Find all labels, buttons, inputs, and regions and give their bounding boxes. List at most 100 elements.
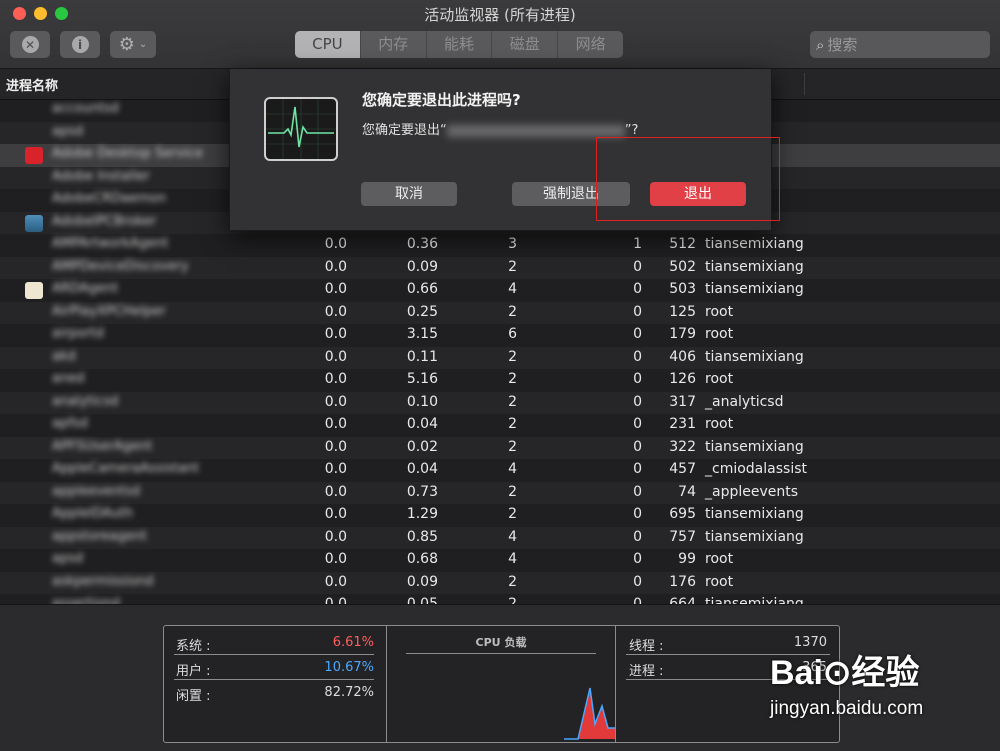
process-name: AppleCameraAssistant (52, 461, 200, 476)
table-row[interactable]: aned 0.0 5.16 2 0 126 root (0, 369, 1000, 392)
column-header-process-name[interactable]: 进程名称 (6, 75, 58, 94)
cell-c3: 4 (508, 551, 517, 567)
cell-c4: 0 (633, 416, 642, 432)
cell-c3: 2 (508, 258, 517, 275)
user-value: 10.67% (324, 660, 374, 675)
search-placeholder: 搜索 (827, 36, 858, 54)
heartbeat-graph-icon (266, 99, 336, 159)
system-value: 6.61% (332, 635, 374, 650)
cpu-load-graph (564, 687, 616, 740)
cell-user: tiansemixiang (705, 348, 804, 365)
tab-network[interactable]: 网络 (557, 31, 623, 58)
cell-c4: 0 (633, 326, 642, 342)
tab-disk[interactable]: 磁盘 (491, 31, 557, 58)
watermark-url: jingyan.baidu.com (770, 698, 924, 719)
user-label: 用户 : (176, 664, 211, 679)
tab-cpu[interactable]: CPU (295, 31, 360, 58)
cell-c5: 125 (669, 303, 696, 320)
cell-c2: 0.09 (406, 258, 438, 275)
divider (406, 653, 596, 654)
cell-user: root (705, 303, 734, 320)
cell-c5: 757 (669, 528, 696, 545)
cell-c2: 5.16 (406, 371, 438, 387)
cell-c3: 2 (508, 348, 517, 365)
actions-menu-button[interactable]: ⚙ ⌄ (110, 31, 156, 58)
cell-c4: 0 (633, 371, 642, 387)
dialog-message-suffix: ”? (624, 123, 639, 138)
toolbar: 活动监视器 (所有进程) ✕ i ⚙ ⌄ CPU 内存 能耗 磁盘 网络 ⌕ 搜… (0, 0, 1000, 69)
cancel-button[interactable]: 取消 (361, 182, 457, 206)
table-row[interactable]: apsd 0.0 0.68 4 0 99 root (0, 549, 1000, 572)
table-row[interactable]: apfsd 0.0 0.04 2 0 231 root (0, 414, 1000, 437)
cell-user: _analyticsd (705, 393, 784, 410)
cell-c2: 0.10 (406, 393, 438, 410)
cell-c4: 0 (633, 281, 642, 297)
cell-c2: 0.04 (406, 461, 438, 477)
cell-user: tiansemixiang (705, 438, 804, 455)
process-name: analyticsd (52, 393, 119, 409)
table-row[interactable]: AppleIDAuth 0.0 1.29 2 0 695 tiansemixiang (0, 504, 1000, 527)
cell-c3: 2 (508, 438, 517, 455)
cell-user: tiansemixiang (705, 236, 804, 252)
inspect-process-button[interactable]: i (60, 31, 100, 58)
cell-user: _cmiodalassist (705, 461, 807, 477)
cell-c4: 0 (633, 573, 642, 590)
cell-c3: 2 (508, 303, 517, 320)
table-row[interactable]: AMPArtworkAgent 0.0 0.36 3 1 512 tiansemixiang (0, 234, 1000, 257)
cell-c5: 502 (669, 258, 696, 275)
table-row[interactable]: analyticsd 0.0 0.10 2 0 317 _analyticsd (0, 391, 1000, 414)
table-row[interactable]: ARDAgent 0.0 0.66 4 0 503 tiansemixiang (0, 279, 1000, 302)
cell-c5: 322 (669, 438, 696, 455)
cell-c5: 126 (669, 371, 696, 387)
cell-c2: 0.02 (406, 438, 438, 455)
cell-c1: 0.0 (324, 438, 347, 455)
cell-c2: 0.36 (406, 236, 438, 252)
cell-c4: 0 (633, 303, 642, 320)
cell-c1: 0.0 (324, 303, 347, 320)
cell-c4: 0 (633, 438, 642, 455)
table-row[interactable]: airportd 0.0 3.15 6 0 179 root (0, 324, 1000, 347)
cell-user: root (705, 573, 734, 590)
cell-c2: 0.85 (406, 528, 438, 545)
cell-user: tiansemixiang (705, 596, 804, 604)
tab-energy[interactable]: 能耗 (425, 31, 492, 58)
table-row[interactable]: APFSUserAgent 0.0 0.02 2 0 322 tiansemixiang (0, 436, 1000, 459)
dialog-message: 您确定要退出“ ”? (362, 119, 638, 138)
cell-c3: 2 (508, 416, 517, 432)
table-row[interactable]: askpermissiond 0.0 0.09 2 0 176 root (0, 571, 1000, 594)
cell-user: tiansemixiang (705, 528, 804, 545)
cell-c3: 4 (508, 281, 517, 297)
table-row[interactable]: appleeventsd 0.0 0.73 2 0 74 _appleevents (0, 481, 1000, 504)
process-name: akd (52, 348, 76, 364)
stop-process-button[interactable]: ✕ (10, 31, 50, 58)
cell-c3: 2 (508, 393, 517, 410)
cell-c5: 695 (669, 506, 696, 522)
window-title: 活动监视器 (所有进程) (424, 6, 576, 24)
cell-c4: 0 (633, 348, 642, 365)
threads-label: 线程 : (629, 639, 664, 654)
table-row[interactable]: AppleCameraAssistant 0.0 0.04 4 0 457 _cmiodal… (0, 459, 1000, 482)
table-row[interactable]: appstoreagent 0.0 0.85 4 0 757 tiansemixiang (0, 526, 1000, 549)
cell-c4: 0 (633, 506, 642, 522)
divider (174, 679, 374, 680)
process-name: assertiond (52, 596, 121, 604)
cell-c1: 0.0 (324, 371, 347, 387)
dialog-title: 您确定要退出此进程吗? (362, 91, 521, 109)
tab-bar: CPU 内存 能耗 磁盘 网络 (295, 31, 623, 58)
tab-memory[interactable]: 内存 (359, 31, 426, 58)
cell-user: tiansemixiang (705, 258, 804, 275)
table-row[interactable]: assertiond 0.0 0.05 2 0 664 tiansemixiang (0, 594, 1000, 604)
table-row[interactable]: akd 0.0 0.11 2 0 406 tiansemixiang (0, 346, 1000, 369)
process-name: AdobeIPCBroker (52, 213, 157, 229)
table-row[interactable]: AMPDeviceDiscovery 0.0 0.09 2 0 502 tiansemixi… (0, 256, 1000, 279)
gear-icon: ⚙ (118, 34, 135, 55)
search-icon: ⌕ (816, 35, 825, 54)
process-name: Adobe Desktop Service (52, 146, 204, 161)
process-name: AMPArtworkAgent (52, 236, 169, 251)
cell-c4: 0 (633, 551, 642, 567)
cell-c2: 0.05 (406, 596, 438, 604)
divider (174, 654, 374, 655)
cell-c1: 0.0 (324, 236, 347, 252)
table-row[interactable]: AirPlayXPCHelper 0.0 0.25 2 0 125 root (0, 301, 1000, 324)
search-input[interactable]: ⌕ 搜索 (810, 31, 990, 58)
